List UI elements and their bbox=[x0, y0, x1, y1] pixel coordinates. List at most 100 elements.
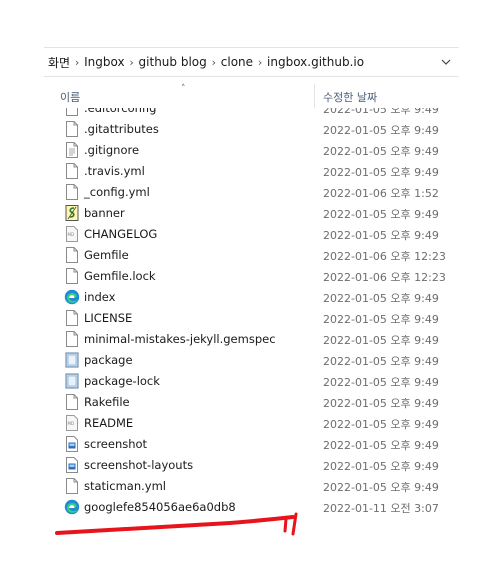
file-row[interactable]: MD CHANGELOG 2022-01-05 오후 9:49 bbox=[44, 224, 459, 245]
breadcrumb-item-desktop[interactable]: 화면 bbox=[48, 54, 70, 71]
file-name[interactable]: .editorconfig bbox=[84, 108, 156, 115]
file-icon-graphic bbox=[65, 163, 78, 179]
file-date-modified: 2022-01-05 오후 9:49 bbox=[323, 229, 439, 242]
file-icon-graphic bbox=[65, 108, 78, 116]
file-name[interactable]: _config.yml bbox=[84, 185, 150, 199]
image-file-icon bbox=[63, 435, 80, 453]
file-icon bbox=[63, 246, 80, 264]
column-divider[interactable] bbox=[314, 84, 315, 108]
file-icon bbox=[63, 309, 80, 327]
chevron-right-icon[interactable]: › bbox=[253, 56, 267, 69]
file-name[interactable]: package-lock bbox=[84, 374, 160, 388]
file-name[interactable]: Gemfile.lock bbox=[84, 269, 156, 283]
breadcrumb-item-ingbox[interactable]: Ingbox bbox=[84, 55, 124, 69]
file-icon-graphic bbox=[65, 394, 78, 410]
script-file-icon bbox=[63, 204, 80, 222]
chevron-down-icon bbox=[441, 59, 451, 65]
file-icon bbox=[63, 162, 80, 180]
chevron-right-icon[interactable]: › bbox=[70, 56, 84, 69]
file-name[interactable]: screenshot bbox=[84, 437, 147, 451]
markdown-file-icon-graphic: MD bbox=[65, 415, 78, 431]
file-row[interactable]: staticman.yml 2022-01-05 오후 9:49 bbox=[44, 476, 459, 497]
file-name[interactable]: minimal-mistakes-jekyll.gemspec bbox=[84, 332, 276, 346]
column-header-row: 이름 ˄ 수정한 날짜 bbox=[44, 84, 459, 108]
file-row[interactable]: Rakefile 2022-01-05 오후 9:49 bbox=[44, 392, 459, 413]
file-date-modified: 2022-01-05 오후 9:49 bbox=[323, 481, 439, 494]
file-date-modified: 2022-01-05 오후 9:49 bbox=[323, 460, 439, 473]
file-row[interactable]: index 2022-01-05 오후 9:49 bbox=[44, 287, 459, 308]
json-file-icon-graphic bbox=[65, 352, 78, 368]
file-row[interactable]: Gemfile.lock 2022-01-06 오후 12:23 bbox=[44, 266, 459, 287]
file-name[interactable]: package bbox=[84, 353, 133, 367]
file-icon-graphic bbox=[65, 331, 78, 347]
file-row[interactable]: screenshot-layouts 2022-01-05 오후 9:49 bbox=[44, 455, 459, 476]
file-name[interactable]: screenshot-layouts bbox=[84, 458, 193, 472]
file-row[interactable]: googlefe854056ae6a0db8 2022-01-11 오전 3:07 bbox=[44, 497, 459, 518]
file-row[interactable]: .travis.yml 2022-01-05 오후 9:49 bbox=[44, 161, 459, 182]
file-date-modified: 2022-01-05 오후 9:49 bbox=[323, 108, 439, 116]
file-name[interactable]: staticman.yml bbox=[84, 479, 166, 493]
file-icon bbox=[63, 120, 80, 138]
text-file-icon bbox=[63, 141, 80, 159]
file-row[interactable]: .gitignore 2022-01-05 오후 9:49 bbox=[44, 140, 459, 161]
file-name[interactable]: .gitignore bbox=[84, 143, 139, 157]
chevron-right-icon[interactable]: › bbox=[207, 56, 221, 69]
file-icon-graphic bbox=[65, 121, 78, 137]
file-icon-graphic bbox=[65, 184, 78, 200]
file-date-modified: 2022-01-05 오후 9:49 bbox=[323, 439, 439, 452]
file-row[interactable]: .editorconfig 2022-01-05 오후 9:49 bbox=[44, 108, 459, 119]
file-date-modified: 2022-01-05 오후 9:49 bbox=[323, 208, 439, 221]
file-row[interactable]: banner 2022-01-05 오후 9:49 bbox=[44, 203, 459, 224]
file-row[interactable]: package 2022-01-05 오후 9:49 bbox=[44, 350, 459, 371]
file-name[interactable]: Rakefile bbox=[84, 395, 130, 409]
file-row[interactable]: MD README 2022-01-05 오후 9:49 bbox=[44, 413, 459, 434]
file-name[interactable]: .travis.yml bbox=[84, 164, 145, 178]
file-date-modified: 2022-01-11 오전 3:07 bbox=[323, 502, 439, 515]
file-date-modified: 2022-01-05 오후 9:49 bbox=[323, 292, 439, 305]
file-name[interactable]: Gemfile bbox=[84, 248, 129, 262]
file-icon-graphic bbox=[65, 247, 78, 263]
file-name[interactable]: banner bbox=[84, 206, 125, 220]
file-row[interactable]: _config.yml 2022-01-06 오후 1:52 bbox=[44, 182, 459, 203]
column-header-date-modified[interactable]: 수정한 날짜 bbox=[323, 89, 377, 105]
file-row[interactable]: Gemfile 2022-01-06 오후 12:23 bbox=[44, 245, 459, 266]
image-file-icon-graphic bbox=[65, 457, 78, 473]
text-file-icon-graphic bbox=[65, 142, 78, 158]
file-name[interactable]: .gitattributes bbox=[84, 122, 159, 136]
breadcrumb-item-clone[interactable]: clone bbox=[221, 55, 253, 69]
file-row[interactable]: minimal-mistakes-jekyll.gemspec 2022-01-0… bbox=[44, 329, 459, 350]
file-row[interactable]: screenshot 2022-01-05 오후 9:49 bbox=[44, 434, 459, 455]
edge-html-icon bbox=[63, 288, 80, 306]
file-date-modified: 2022-01-06 오후 12:23 bbox=[323, 271, 446, 284]
file-name[interactable]: README bbox=[84, 416, 133, 430]
file-icon bbox=[63, 393, 80, 411]
file-row[interactable]: package-lock 2022-01-05 오후 9:49 bbox=[44, 371, 459, 392]
file-name[interactable]: index bbox=[84, 290, 115, 304]
breadcrumb-item-current-folder[interactable]: ingbox.github.io bbox=[267, 55, 364, 69]
file-icon-graphic bbox=[65, 310, 78, 326]
file-name[interactable]: CHANGELOG bbox=[84, 227, 157, 241]
file-list: .editorconfig 2022-01-05 오후 9:49 .gitattri… bbox=[44, 108, 459, 526]
file-icon bbox=[63, 108, 80, 117]
file-row[interactable]: LICENSE 2022-01-05 오후 9:49 bbox=[44, 308, 459, 329]
svg-text:MD: MD bbox=[67, 421, 74, 426]
markdown-file-icon-graphic: MD bbox=[65, 226, 78, 242]
file-name[interactable]: googlefe854056ae6a0db8 bbox=[84, 500, 236, 514]
json-file-icon bbox=[63, 372, 80, 390]
file-row[interactable]: .gitattributes 2022-01-05 오후 9:49 bbox=[44, 119, 459, 140]
edge-html-icon-graphic bbox=[64, 499, 79, 515]
address-history-dropdown[interactable] bbox=[433, 48, 459, 76]
breadcrumb-item-github-blog[interactable]: github blog bbox=[139, 55, 207, 69]
markdown-file-icon: MD bbox=[63, 414, 80, 432]
file-date-modified: 2022-01-05 오후 9:49 bbox=[323, 145, 439, 158]
chevron-right-icon[interactable]: › bbox=[125, 56, 139, 69]
file-icon bbox=[63, 330, 80, 348]
file-name[interactable]: LICENSE bbox=[84, 311, 132, 325]
file-icon bbox=[63, 183, 80, 201]
address-bar[interactable]: 화면 › Ingbox › github blog › clone › ingb… bbox=[44, 47, 459, 77]
edge-html-icon-graphic bbox=[64, 289, 79, 305]
file-icon-graphic bbox=[65, 478, 78, 494]
markdown-file-icon: MD bbox=[63, 225, 80, 243]
column-header-name[interactable]: 이름 bbox=[60, 89, 80, 105]
file-date-modified: 2022-01-05 오후 9:49 bbox=[323, 397, 439, 410]
